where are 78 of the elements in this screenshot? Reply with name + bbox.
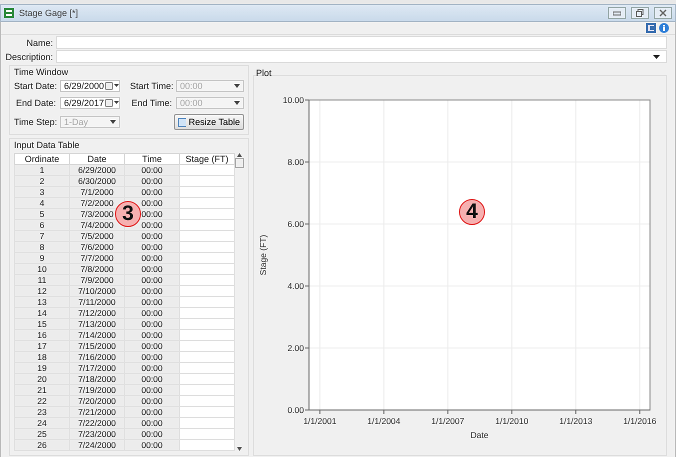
- date-field[interactable]: 6/29/2000: [60, 80, 120, 92]
- table-cell: 13: [14, 296, 70, 308]
- group-title: Plot: [256, 68, 273, 78]
- table-cell: 7: [14, 230, 70, 242]
- field-label: Description:: [4, 52, 54, 62]
- y-tick-label: 10.00: [282, 95, 304, 105]
- table-cell: 10: [14, 264, 70, 274]
- table-cell: 5: [14, 208, 70, 220]
- calendar-icon[interactable]: [105, 82, 119, 90]
- y-tick-label: 8.00: [287, 157, 304, 167]
- table-cell: 19: [14, 362, 70, 374]
- dropdown-icon: [234, 84, 240, 88]
- table-cell: 16: [14, 330, 70, 340]
- column-header[interactable]: Time: [124, 154, 180, 164]
- table-cell: 15: [14, 318, 70, 330]
- minimize-icon: [613, 10, 621, 16]
- help-icon[interactable]: [659, 23, 669, 33]
- table-cell: 25: [14, 428, 70, 440]
- table-cell: 24: [14, 418, 70, 428]
- close-icon: [659, 9, 667, 17]
- table-cell: 1: [14, 164, 70, 176]
- x-tick-label: 1/1/2007: [431, 416, 464, 426]
- table-cell: 21: [14, 384, 70, 396]
- scrollbar[interactable]: [235, 153, 244, 451]
- table-cell: 4: [14, 198, 70, 208]
- restore-icon: [636, 9, 644, 17]
- table-cell: 9: [14, 252, 70, 264]
- column-header[interactable]: Ordinate: [14, 154, 70, 164]
- restore-button[interactable]: [631, 7, 649, 19]
- x-tick-label: 1/1/2004: [367, 416, 400, 426]
- table-cell: 18: [14, 352, 70, 362]
- y-axis-title: Stage (FT): [258, 234, 268, 276]
- dropdown-icon: [234, 101, 240, 105]
- scroll-thumb[interactable]: [235, 158, 244, 168]
- y-tick-label: 4.00: [287, 281, 304, 291]
- resize-table-button[interactable]: Resize Table: [174, 114, 244, 130]
- group-title: Input Data Table: [14, 140, 80, 150]
- column-header[interactable]: Stage (FT): [180, 154, 234, 164]
- field-label: Start Date:: [14, 81, 56, 91]
- description-field[interactable]: [56, 50, 667, 63]
- x-tick-label: 1/1/2016: [623, 416, 656, 426]
- calendar-icon[interactable]: [105, 99, 119, 107]
- table-cell: 26: [14, 440, 70, 450]
- y-tick-label: 6.00: [287, 219, 304, 229]
- scroll-down-icon[interactable]: [237, 447, 242, 451]
- table-cell: 8: [14, 242, 70, 252]
- table-cell: 23: [14, 406, 70, 418]
- date-field[interactable]: 6/29/2017: [60, 97, 120, 109]
- group-title: Time Window: [14, 67, 70, 77]
- x-tick-label: 1/1/2013: [559, 416, 592, 426]
- table-icon: [178, 118, 186, 126]
- dropdown-icon: [110, 120, 116, 124]
- table-cell: 22: [14, 396, 70, 406]
- table-cell: 12: [14, 286, 70, 296]
- table-cell: 6: [14, 220, 70, 230]
- column-header[interactable]: Date: [70, 154, 124, 164]
- y-tick-label: 0.00: [287, 405, 304, 415]
- field-label: End Time:: [130, 98, 172, 108]
- field-label: Name:: [25, 38, 54, 48]
- field-label: Time Step:: [14, 117, 56, 127]
- field-label: Start Time:: [130, 81, 172, 91]
- y-tick-label: 2.00: [287, 343, 304, 353]
- table-cell: 11: [14, 274, 70, 286]
- x-tick-label: 1/1/2001: [303, 416, 336, 426]
- x-axis-title: Date: [470, 430, 488, 440]
- minimize-button[interactable]: [608, 7, 626, 19]
- table-cell: 17: [14, 340, 70, 352]
- window-title: Stage Gage [*]: [19, 8, 80, 18]
- dropdown-icon: [653, 54, 660, 58]
- table-cell: 20: [14, 374, 70, 384]
- x-tick-label: 1/1/2010: [495, 416, 528, 426]
- table-cell: 14: [14, 308, 70, 318]
- app-icon: [4, 8, 14, 18]
- table-cell: 2: [14, 176, 70, 186]
- field-label: End Date:: [14, 98, 56, 108]
- table-cell: 3: [14, 186, 70, 198]
- name-field[interactable]: [56, 36, 667, 49]
- close-button[interactable]: [654, 7, 672, 19]
